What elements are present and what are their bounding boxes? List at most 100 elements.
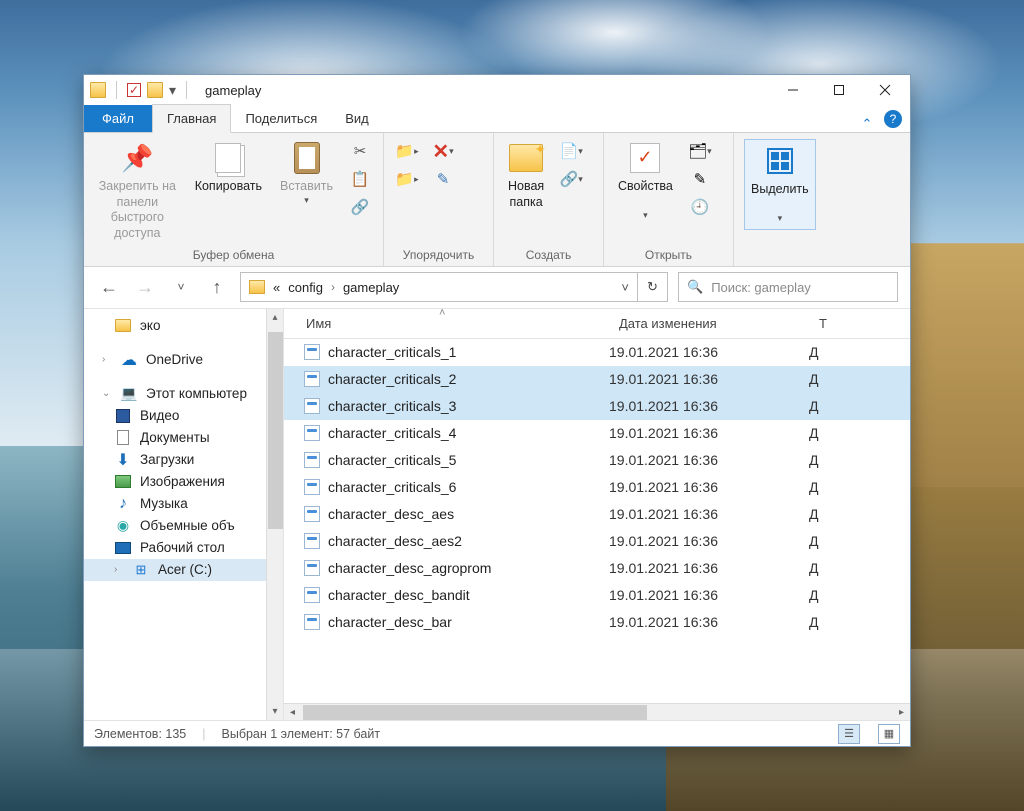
up-button[interactable]: ↑ <box>204 274 230 300</box>
moveto-button[interactable]: 📁▸ <box>394 139 420 163</box>
copyto-icon: 📁 <box>395 170 414 188</box>
select-icon <box>767 148 793 174</box>
addr-dropdown-icon[interactable]: ˅ <box>621 280 629 295</box>
breadcrumb[interactable]: config <box>288 280 323 295</box>
paste-button[interactable]: Вставить ▾ <box>276 139 337 208</box>
hscrollbar[interactable]: ◂ ▸ <box>284 703 910 720</box>
file-type: Д <box>809 452 910 468</box>
copypath-button[interactable]: 📋 <box>347 167 373 191</box>
nav-item-3d[interactable]: ◉Объемные объ <box>84 515 283 537</box>
table-row[interactable]: character_desc_agroprom19.01.2021 16:36Д <box>284 555 910 582</box>
table-row[interactable]: character_desc_bar19.01.2021 16:36Д <box>284 609 910 636</box>
tab-share[interactable]: Поделиться <box>231 105 331 132</box>
cut-button[interactable]: ✂ <box>347 139 373 163</box>
scroll-thumb[interactable] <box>268 332 283 530</box>
forward-button[interactable]: → <box>132 274 158 300</box>
folder-icon <box>115 319 131 332</box>
file-icon <box>304 506 320 522</box>
pin-button[interactable]: 📌 Закрепить на панели быстрого доступа <box>94 139 181 244</box>
tab-home[interactable]: Главная <box>152 104 231 133</box>
collapse-ribbon-icon[interactable]: ⌃ <box>854 116 880 132</box>
select-button[interactable]: Выделить▾ <box>744 139 816 230</box>
tab-view[interactable]: Вид <box>331 105 383 132</box>
file-date: 19.01.2021 16:36 <box>609 560 809 576</box>
pasteshortcut-button[interactable]: 🔗 <box>347 195 373 219</box>
nav-item-eco[interactable]: эко <box>84 315 283 337</box>
view-details-button[interactable]: ☰ <box>838 724 860 744</box>
folder-icon <box>90 82 106 98</box>
help-icon[interactable]: ? <box>884 110 902 128</box>
refresh-button[interactable]: ↻ <box>638 272 668 302</box>
music-icon: ♪ <box>114 496 132 512</box>
qat-newfolder-icon[interactable] <box>147 82 163 98</box>
table-row[interactable]: character_criticals_119.01.2021 16:36Д <box>284 339 910 366</box>
file-date: 19.01.2021 16:36 <box>609 506 809 522</box>
table-row[interactable]: character_desc_bandit19.01.2021 16:36Д <box>284 582 910 609</box>
pc-icon: 💻 <box>120 386 138 402</box>
col-date[interactable]: Дата изменения <box>609 316 809 331</box>
scroll-down-icon[interactable]: ▾ <box>267 703 283 720</box>
pin-icon: 📌 <box>121 142 153 175</box>
rename-button[interactable]: ✎ <box>430 167 456 191</box>
search-input[interactable]: 🔍 Поиск: gameplay <box>678 272 898 302</box>
newitem-button[interactable]: 📄▾ <box>558 139 584 163</box>
download-icon: ⬇ <box>114 452 132 468</box>
minimize-button[interactable] <box>770 75 816 105</box>
table-row[interactable]: character_criticals_519.01.2021 16:36Д <box>284 447 910 474</box>
qat-customize-icon[interactable]: ▾ <box>169 82 176 99</box>
col-name[interactable]: Имя <box>284 316 609 331</box>
copyto-button[interactable]: 📁▸ <box>394 167 420 191</box>
status-selection: Выбран 1 элемент: 57 байт <box>222 727 381 741</box>
nav-item-images[interactable]: Изображения <box>84 471 283 493</box>
table-row[interactable]: character_criticals_619.01.2021 16:36Д <box>284 474 910 501</box>
file-date: 19.01.2021 16:36 <box>609 479 809 495</box>
qat-properties-icon[interactable] <box>127 83 141 97</box>
scroll-right-icon[interactable]: ▸ <box>893 704 910 720</box>
address-bar[interactable]: « config › gameplay ˅ <box>240 272 638 302</box>
file-name: character_criticals_4 <box>328 425 456 441</box>
onedrive-icon: ☁ <box>120 352 138 368</box>
back-button[interactable]: ← <box>96 274 122 300</box>
file-name: character_desc_bandit <box>328 587 470 603</box>
col-type[interactable]: Т <box>809 316 910 331</box>
nav-item-onedrive[interactable]: ›☁OneDrive <box>84 349 283 371</box>
breadcrumb[interactable]: gameplay <box>343 280 399 295</box>
nav-scrollbar[interactable]: ▴ ▾ <box>266 309 283 721</box>
nav-item-documents[interactable]: Документы <box>84 427 283 449</box>
table-row[interactable]: character_criticals_419.01.2021 16:36Д <box>284 420 910 447</box>
nav-item-video[interactable]: Видео <box>84 405 283 427</box>
nav-item-desktop[interactable]: Рабочий стол <box>84 537 283 559</box>
chevron-right-icon[interactable]: › <box>331 280 335 294</box>
table-row[interactable]: character_criticals_219.01.2021 16:36Д <box>284 366 910 393</box>
file-icon <box>304 425 320 441</box>
scissors-icon: ✂ <box>354 142 367 160</box>
paste-icon <box>294 142 320 174</box>
table-row[interactable]: character_desc_aes219.01.2021 16:36Д <box>284 528 910 555</box>
edit-button[interactable]: ✎ <box>687 167 713 191</box>
delete-button[interactable]: ✕▾ <box>430 139 456 163</box>
view-large-button[interactable]: ▦ <box>878 724 900 744</box>
nav-item-drive-c[interactable]: ›⊞Acer (C:) <box>84 559 283 581</box>
search-placeholder: Поиск: gameplay <box>711 280 811 295</box>
maximize-button[interactable] <box>816 75 862 105</box>
close-button[interactable] <box>862 75 908 105</box>
scroll-up-icon[interactable]: ▴ <box>267 309 283 326</box>
nav-item-downloads[interactable]: ⬇Загрузки <box>84 449 283 471</box>
tab-file[interactable]: Файл <box>84 105 152 132</box>
recent-locations-button[interactable]: ˅ <box>168 274 194 300</box>
properties-button[interactable]: Свойства▾ <box>614 139 677 224</box>
table-row[interactable]: character_criticals_319.01.2021 16:36Д <box>284 393 910 420</box>
copy-button[interactable]: Копировать <box>191 139 266 197</box>
nav-item-thispc[interactable]: ⌄💻Этот компьютер <box>84 383 283 405</box>
scroll-left-icon[interactable]: ◂ <box>284 704 301 720</box>
history-button[interactable]: 🕘 <box>687 195 713 219</box>
open-button[interactable]: 🗂▾ <box>687 139 713 163</box>
scroll-thumb[interactable] <box>303 705 647 720</box>
group-clipboard-label: Буфер обмена <box>94 244 373 264</box>
file-name: character_criticals_2 <box>328 371 456 387</box>
newfolder-button[interactable]: Новая папка <box>504 139 548 212</box>
easyaccess-button[interactable]: 🔗▾ <box>558 167 584 191</box>
copy-icon <box>215 143 241 173</box>
nav-item-music[interactable]: ♪Музыка <box>84 493 283 515</box>
table-row[interactable]: character_desc_aes19.01.2021 16:36Д <box>284 501 910 528</box>
